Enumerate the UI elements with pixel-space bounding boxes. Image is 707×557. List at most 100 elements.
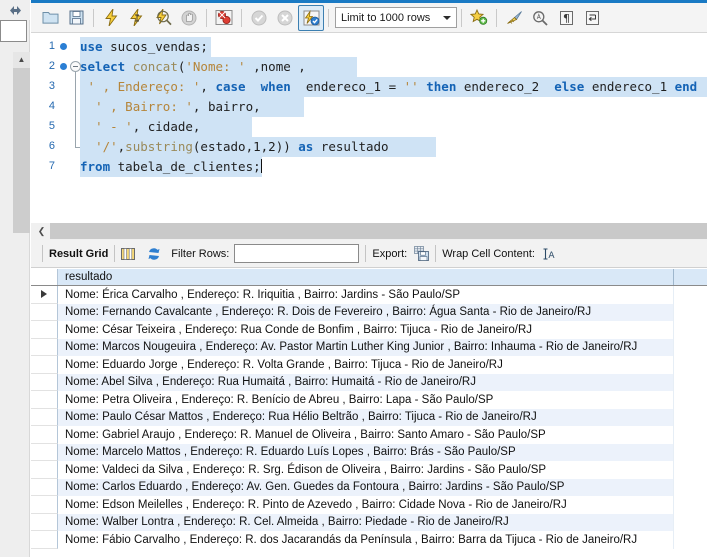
results-grid-body: Nome: Érica Carvalho , Endereço: R. Iriq…	[31, 286, 707, 549]
code-fold-guide	[75, 72, 76, 147]
table-cell-resultado[interactable]: Nome: Paulo César Mattos , Endereço: Rua…	[58, 408, 674, 426]
code-line[interactable]: ' , Endereço: ', case when endereco_1 = …	[80, 77, 707, 97]
table-cell-resultado[interactable]: Nome: Valdeci da Silva , Endereço: R. Sr…	[58, 461, 674, 479]
table-row[interactable]: Nome: Marcelo Mattos , Endereço: R. Edua…	[31, 443, 707, 461]
breakpoint-marker-icon[interactable]	[60, 43, 67, 50]
table-cell-resultado[interactable]: Nome: Abel Silva , Endereço: Rua Humaitá…	[58, 373, 674, 391]
row-selector[interactable]	[31, 426, 58, 444]
rollback-button[interactable]	[272, 5, 298, 31]
table-cell-resultado[interactable]: Nome: Gabriel Araujo , Endereço: R. Manu…	[58, 426, 674, 444]
open-sql-script-button[interactable]	[37, 5, 63, 31]
line-number: 7	[48, 160, 55, 172]
row-selector[interactable]	[31, 461, 58, 479]
table-cell-resultado[interactable]: Nome: Fábio Carvalho , Endereço: R. dos …	[58, 531, 674, 549]
row-selector-header	[31, 269, 58, 285]
table-row[interactable]: Nome: Fernando Cavalcante , Endereço: R.…	[31, 303, 707, 321]
export-icon[interactable]	[414, 246, 430, 261]
toggle-autocommit-button[interactable]	[298, 4, 324, 31]
editor-hscroll-thumb[interactable]	[50, 223, 707, 239]
table-cell-resultado[interactable]: Nome: César Teixeira , Endereço: Rua Con…	[58, 321, 674, 339]
save-sql-script-button[interactable]	[63, 5, 89, 31]
code-line[interactable]: '/',substring(estado,1,2)) as resultado	[80, 137, 436, 157]
row-selector[interactable]	[31, 443, 58, 461]
code-line[interactable]: ' - ', cidade,	[80, 117, 252, 137]
table-cell-resultado[interactable]: Nome: Érica Carvalho , Endereço: R. Iriq…	[58, 286, 674, 304]
table-row[interactable]: Nome: Fábio Carvalho , Endereço: R. dos …	[31, 531, 707, 549]
save-snippet-button[interactable]	[466, 5, 492, 31]
row-selector[interactable]	[31, 303, 58, 321]
table-row[interactable]: Nome: Érica Carvalho , Endereço: R. Iriq…	[31, 286, 707, 304]
sidebar-scrollbar-thumb[interactable]	[13, 68, 30, 233]
code-line[interactable]: from tabela_de_clientes;	[80, 157, 262, 177]
execute-statement-button[interactable]	[98, 5, 124, 31]
sql-editor-toolbar: Limit to 1000 rows ¶	[31, 3, 707, 33]
beautify-query-button[interactable]	[501, 5, 527, 31]
execute-current-statement-button[interactable]	[124, 5, 150, 31]
code-line[interactable]: select concat('Nome: ' ,nome ,	[80, 57, 357, 77]
row-selector[interactable]	[31, 496, 58, 514]
table-row[interactable]: Nome: Paulo César Mattos , Endereço: Rua…	[31, 408, 707, 426]
table-row[interactable]: Nome: Abel Silva , Endereço: Rua Humaitá…	[31, 373, 707, 391]
editor-code-area[interactable]: use sucos_vendas; select concat('Nome: ' …	[80, 33, 707, 223]
table-row[interactable]: Nome: Carlos Eduardo , Endereço: Av. Gen…	[31, 478, 707, 496]
table-cell-resultado[interactable]: Nome: Edson Meilelles , Endereço: R. Pin…	[58, 496, 674, 514]
stop-statement-button[interactable]	[176, 5, 202, 31]
row-limit-dropdown[interactable]: Limit to 1000 rows	[335, 7, 457, 28]
code-token: , bairro,	[192, 99, 261, 114]
table-row[interactable]: Nome: Petra Oliveira , Endereço: R. Bení…	[31, 391, 707, 409]
code-line[interactable]: ' , Bairro: ', bairro,	[80, 97, 304, 117]
find-button[interactable]	[527, 5, 553, 31]
row-selector[interactable]	[31, 408, 58, 426]
left-side-panel: ▲	[0, 0, 30, 557]
editor-horizontal-scrollbar[interactable]: ❮	[31, 223, 707, 240]
table-cell-resultado[interactable]: Nome: Marcelo Mattos , Endereço: R. Edua…	[58, 443, 674, 461]
code-line[interactable]: use sucos_vendas;	[80, 37, 211, 57]
row-selector[interactable]	[31, 478, 58, 496]
row-selector[interactable]	[31, 321, 58, 339]
sidebar-scroll-up-button[interactable]: ▲	[13, 52, 30, 68]
sql-code-editor[interactable]: use sucos_vendas; select concat('Nome: ' …	[31, 33, 707, 223]
toggle-stop-on-error-button[interactable]	[211, 5, 237, 31]
table-cell-resultado[interactable]: Nome: Petra Oliveira , Endereço: R. Bení…	[58, 391, 674, 409]
toolbar-separator	[93, 8, 94, 27]
scroll-left-button[interactable]: ❮	[33, 223, 50, 240]
row-selector[interactable]	[31, 286, 58, 304]
row-selector[interactable]	[31, 531, 58, 549]
wrap-cell-content-label: Wrap Cell Content:	[442, 247, 535, 260]
grid-view-icon[interactable]	[121, 247, 136, 261]
line-number: 4	[48, 100, 55, 112]
row-selector[interactable]	[31, 373, 58, 391]
wrap-cell-icon[interactable]: A	[542, 247, 556, 261]
results-grid[interactable]: resultado Nome: Érica Carvalho , Endereç…	[31, 268, 707, 557]
table-row[interactable]: Nome: César Teixeira , Endereço: Rua Con…	[31, 321, 707, 339]
table-cell-resultado[interactable]: Nome: Walber Lontra , Endereço: R. Cel. …	[58, 513, 674, 531]
explain-statement-button[interactable]	[150, 5, 176, 31]
table-cell-resultado[interactable]: Nome: Eduardo Jorge , Endereço: R. Volta…	[58, 356, 674, 374]
row-selector[interactable]	[31, 391, 58, 409]
row-selector[interactable]	[31, 338, 58, 356]
table-row[interactable]: Nome: Eduardo Jorge , Endereço: R. Volta…	[31, 356, 707, 374]
table-cell-resultado[interactable]: Nome: Fernando Cavalcante , Endereço: R.…	[58, 303, 674, 321]
table-row[interactable]: Nome: Edson Meilelles , Endereço: R. Pin…	[31, 496, 707, 514]
commit-button[interactable]	[246, 5, 272, 31]
table-row[interactable]: Nome: Gabriel Araujo , Endereço: R. Manu…	[31, 426, 707, 444]
row-selector[interactable]	[31, 356, 58, 374]
toolbar-separator	[114, 245, 116, 262]
table-row[interactable]: Nome: Marcos Nougeuira , Endereço: Av. P…	[31, 338, 707, 356]
filter-rows-input[interactable]	[234, 244, 360, 263]
table-cell-resultado[interactable]: Nome: Carlos Eduardo , Endereço: Av. Gen…	[58, 478, 674, 496]
code-fold-toggle-icon[interactable]	[70, 61, 81, 72]
refresh-icon[interactable]	[147, 247, 161, 261]
column-header-resultado[interactable]: resultado	[58, 269, 674, 285]
toggle-wrapping-button[interactable]	[579, 5, 605, 31]
code-token: concat	[132, 59, 178, 74]
table-row[interactable]: Nome: Walber Lontra , Endereço: R. Cel. …	[31, 513, 707, 531]
table-cell-resultado[interactable]: Nome: Marcos Nougeuira , Endereço: Av. P…	[58, 338, 674, 356]
line-number: 6	[48, 140, 55, 152]
row-selector[interactable]	[31, 513, 58, 531]
toggle-invisible-chars-button[interactable]: ¶	[553, 5, 579, 31]
code-token: end	[674, 79, 698, 94]
table-row[interactable]: Nome: Valdeci da Silva , Endereço: R. Sr…	[31, 461, 707, 479]
breakpoint-marker-icon[interactable]	[60, 63, 67, 70]
